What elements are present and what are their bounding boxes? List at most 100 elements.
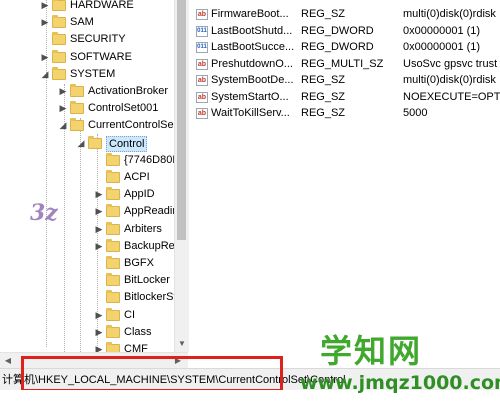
value-data: multi(0)disk(0)rdisk bbox=[403, 74, 496, 86]
value-name: LastBootShutd... bbox=[211, 24, 293, 37]
tree-item[interactable]: ▶ BackupRes bbox=[0, 238, 180, 255]
registry-tree[interactable]: ▶ HARDWARE ▶ SAM SECURITY ▶ SOFTWARE ◢ SYSTEM ▶ Ac… bbox=[0, 0, 188, 352]
value-row[interactable]: ab PreshutdownO... REG_MULTI_SZ UsoSvc gpsv… bbox=[190, 56, 500, 73]
tree-item-label[interactable]: HARDWARE bbox=[70, 0, 134, 14]
expand-arrow-icon[interactable]: ▶ bbox=[94, 238, 104, 255]
tree-item[interactable]: ◢ Control bbox=[0, 135, 174, 152]
folder-icon bbox=[88, 135, 102, 149]
tree-item-label[interactable]: CurrentControlSe bbox=[88, 117, 174, 134]
tree-item-label[interactable]: ControlSet001 bbox=[88, 100, 158, 117]
tree-item-label[interactable]: BackupRes bbox=[124, 238, 180, 255]
collapse-arrow-icon[interactable]: ◢ bbox=[40, 66, 50, 83]
folder-icon bbox=[106, 307, 120, 321]
folder-icon bbox=[52, 15, 66, 29]
expand-arrow-icon[interactable]: ▶ bbox=[94, 324, 104, 341]
value-row[interactable]: ab WaitToKillServ... REG_SZ 5000 bbox=[190, 105, 500, 122]
folder-icon bbox=[106, 290, 120, 304]
tree-item[interactable]: ▶ SOFTWARE bbox=[0, 49, 174, 66]
tree-item-label[interactable]: BitLocker bbox=[124, 272, 170, 289]
values-list[interactable]: ab FirmwareBoot... REG_SZ multi(0)disk(0)rd… bbox=[190, 0, 500, 352]
tree-item-label[interactable]: SYSTEM bbox=[70, 66, 115, 83]
binary-value-icon: 011 bbox=[196, 42, 208, 53]
value-data: NOEXECUTE=OPTI bbox=[403, 90, 500, 103]
expand-arrow-icon[interactable]: ▶ bbox=[58, 83, 68, 100]
folder-icon bbox=[52, 32, 66, 46]
tree-item[interactable]: BGFX bbox=[0, 255, 174, 272]
expand-arrow-icon[interactable]: ▶ bbox=[40, 14, 50, 31]
collapse-arrow-icon[interactable]: ◢ bbox=[58, 117, 68, 134]
tree-item[interactable]: BitlockerSt bbox=[0, 289, 177, 306]
tree-item[interactable]: ▶ Class bbox=[0, 324, 174, 341]
tree-item[interactable]: BitLocker bbox=[0, 272, 174, 289]
value-data: 0x00000001 (1) bbox=[403, 41, 481, 53]
tree-item-label[interactable]: BGFX bbox=[124, 255, 154, 272]
value-name: SystemStartO... bbox=[211, 90, 289, 103]
tree-item-label[interactable]: AppID bbox=[124, 186, 155, 203]
side-watermark-text: 3z bbox=[30, 200, 58, 226]
folder-icon bbox=[106, 170, 120, 183]
folder-icon bbox=[106, 238, 120, 252]
value-type: REG_SZ bbox=[301, 107, 346, 119]
tree-item[interactable]: ▶ CMF bbox=[0, 341, 174, 352]
expand-arrow-icon[interactable]: ▶ bbox=[94, 307, 104, 324]
string-value-icon: ab bbox=[196, 75, 208, 86]
tree-item-label[interactable]: SAM bbox=[70, 14, 94, 31]
tree-item[interactable]: ▶ SAM bbox=[0, 14, 174, 31]
value-name: PreshutdownO... bbox=[211, 57, 293, 70]
tree-item[interactable]: ▶ CI bbox=[0, 307, 174, 324]
tree-item-label[interactable]: SECURITY bbox=[70, 31, 126, 48]
tree-item[interactable]: ACPI bbox=[0, 169, 174, 186]
tree-item[interactable]: ▶ ActivationBroker bbox=[0, 83, 174, 100]
tree-item[interactable]: SECURITY bbox=[0, 31, 174, 48]
folder-icon bbox=[106, 256, 120, 269]
value-type: REG_MULTI_SZ bbox=[301, 57, 384, 70]
folder-icon bbox=[52, 0, 66, 11]
tree-scrollbar-thumb[interactable] bbox=[177, 0, 186, 240]
tree-item-label[interactable]: AppReadin bbox=[124, 203, 178, 220]
path-highlight-box bbox=[21, 356, 283, 392]
tree-item[interactable]: ◢ SYSTEM bbox=[0, 66, 174, 83]
folder-icon bbox=[106, 342, 120, 352]
collapse-arrow-icon[interactable]: ◢ bbox=[76, 135, 86, 152]
tree-item-label[interactable]: CI bbox=[124, 307, 135, 324]
string-value-icon: ab bbox=[196, 9, 208, 20]
value-data: 5000 bbox=[403, 107, 428, 119]
expand-arrow-icon[interactable]: ▶ bbox=[40, 0, 50, 14]
value-data: 0x00000001 (1) bbox=[403, 24, 481, 37]
folder-icon bbox=[70, 84, 84, 97]
tree-item-label[interactable]: BitlockerSt bbox=[124, 289, 177, 306]
folder-icon bbox=[106, 324, 120, 338]
expand-arrow-icon[interactable]: ▶ bbox=[94, 341, 104, 352]
tree-item-label[interactable]: Class bbox=[124, 324, 152, 341]
tree-item-label[interactable]: ACPI bbox=[124, 169, 150, 186]
value-type: REG_DWORD bbox=[301, 24, 374, 37]
value-row[interactable]: ab SystemStartO... REG_SZ NOEXECUTE=OPTI bbox=[190, 89, 500, 106]
tree-item-label[interactable]: Arbiters bbox=[124, 221, 162, 238]
tree-item[interactable]: ▶ ControlSet001 bbox=[0, 100, 174, 117]
value-data: multi(0)disk(0)rdisk bbox=[403, 8, 496, 20]
value-row[interactable]: 011 LastBootShutd... REG_DWORD 0x00000001 (… bbox=[190, 23, 500, 40]
tree-item-label[interactable]: ActivationBroker bbox=[88, 83, 168, 100]
value-row[interactable]: ab SystemBootDe... REG_SZ multi(0)disk(0)rd… bbox=[190, 72, 500, 89]
tree-vertical-scrollbar[interactable]: ▼ bbox=[174, 0, 189, 352]
expand-arrow-icon[interactable]: ▶ bbox=[40, 49, 50, 66]
scroll-down-arrow-icon[interactable]: ▼ bbox=[176, 338, 188, 350]
value-row[interactable]: 011 LastBootSucce... REG_DWORD 0x00000001 (… bbox=[190, 39, 500, 56]
watermark-url: www.jmqz1000.com bbox=[300, 372, 500, 394]
tree-item-label[interactable]: {7746D80F bbox=[124, 152, 179, 169]
tree-item[interactable]: {7746D80F bbox=[0, 152, 179, 169]
value-row[interactable]: ab FirmwareBoot... REG_SZ multi(0)disk(0)rd… bbox=[190, 6, 500, 23]
binary-value-icon: 011 bbox=[196, 25, 208, 37]
string-value-icon: ab bbox=[196, 58, 208, 70]
tree-item-label[interactable]: CMF bbox=[124, 341, 148, 352]
value-name: WaitToKillServ... bbox=[211, 107, 290, 119]
scroll-left-arrow-icon[interactable]: ◀ bbox=[2, 355, 14, 367]
tree-item[interactable]: ▶ HARDWARE bbox=[0, 0, 174, 14]
expand-arrow-icon[interactable]: ▶ bbox=[58, 100, 68, 117]
value-name: FirmwareBoot... bbox=[211, 8, 289, 20]
tree-item-label[interactable]: SOFTWARE bbox=[70, 49, 132, 66]
value-data: UsoSvc gpsvc trust bbox=[403, 57, 498, 70]
tree-item[interactable]: ◢ CurrentControlSe bbox=[0, 117, 174, 134]
tree-item-label-selected[interactable]: Control bbox=[106, 135, 148, 152]
side-watermark: 3z bbox=[30, 195, 120, 235]
